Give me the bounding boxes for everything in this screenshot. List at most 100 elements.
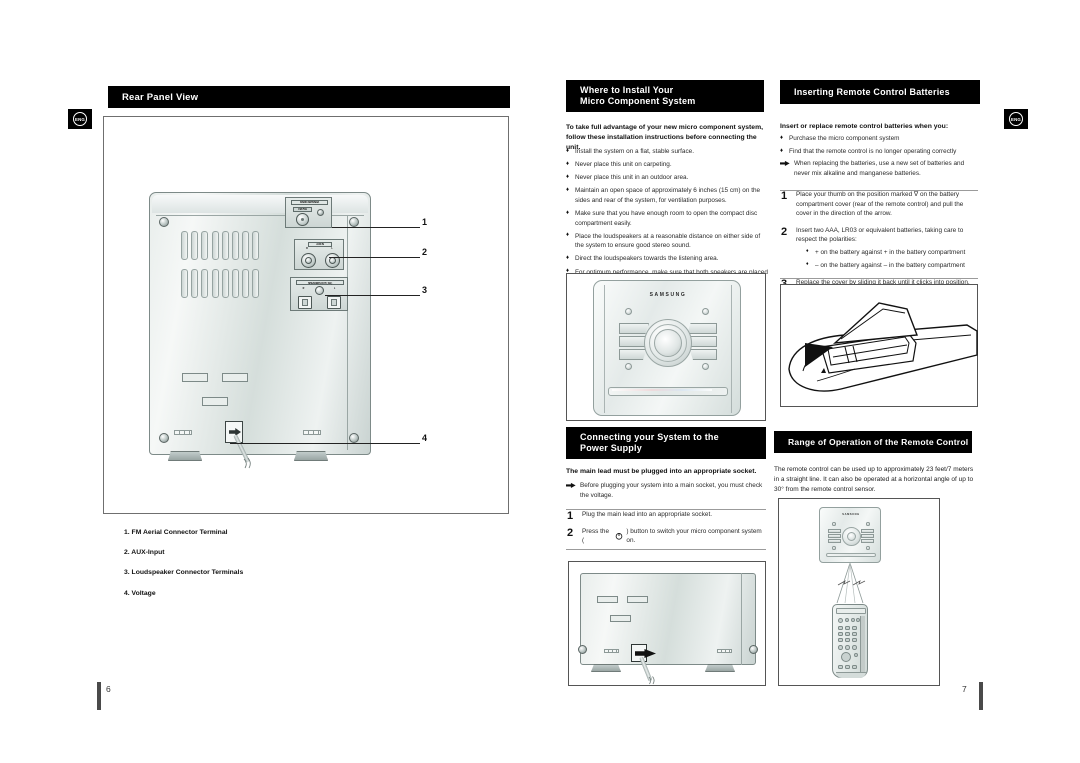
rear-label-plate-3	[202, 397, 228, 406]
power-figure-foot-right	[705, 664, 735, 672]
vent-slot	[252, 269, 260, 298]
rear-vent-dots-right	[303, 430, 321, 435]
rear-vent-dots-left	[174, 430, 192, 435]
legend-item-2: 2. AUX-Input	[124, 549, 165, 557]
power-figure-screw-left	[578, 645, 587, 654]
fm-block-screw	[317, 209, 324, 216]
batteries-bullet: Purchase the micro component system	[780, 134, 980, 144]
remote-button	[854, 653, 858, 657]
remote-button	[852, 626, 857, 630]
brand-label: SAMSUNG	[649, 292, 687, 298]
range-body-text: The remote control can be used up to app…	[774, 466, 974, 494]
aux-right-label: R	[306, 247, 308, 250]
vent-row-top	[181, 231, 260, 260]
unit-side-rail-right	[731, 285, 738, 413]
rear-panel-legend: 1. FM Aerial Connector Terminal 2. AUX-I…	[124, 528, 454, 599]
vent-slot	[242, 231, 250, 260]
vent-slot	[221, 231, 229, 260]
fm-coax-pin	[301, 218, 304, 221]
install-bullet: Make sure that you have enough room to o…	[566, 209, 769, 228]
batteries-bullet-list: Purchase the micro component system Find…	[780, 134, 980, 160]
power-symbol-icon	[615, 532, 623, 540]
aux-button[interactable]	[702, 363, 709, 370]
language-tab-left: ENG	[68, 109, 92, 129]
legend-item-3: 3. Loudspeaker Connector Terminals	[124, 569, 244, 577]
skip-forward-button[interactable]	[687, 323, 717, 334]
callout-leader-2	[329, 257, 420, 258]
vent-slot	[191, 231, 199, 260]
battery-compartment-drawing	[788, 302, 978, 392]
speaker-left-label: L	[333, 286, 336, 290]
remote-top-strip	[836, 608, 866, 614]
legend-item-1: 1. FM Aerial Connector Terminal	[124, 529, 228, 536]
vent-slot	[231, 269, 239, 298]
right-page-number: 7	[962, 684, 967, 694]
remote-button	[852, 645, 857, 650]
power-note-text: Before plugging your system into a main …	[580, 482, 763, 499]
callout-number-4: 4	[422, 433, 428, 443]
power-figure-plate-1	[597, 596, 618, 603]
screw-bottom-left	[159, 433, 169, 443]
function-button[interactable]	[619, 323, 649, 334]
remote-button	[852, 638, 857, 642]
remote-power-button	[838, 618, 843, 623]
vent-slot	[242, 269, 250, 298]
left-page-number: 6	[106, 684, 111, 694]
battery-compartment-figure	[780, 284, 978, 407]
unit-side-rail-left	[598, 285, 605, 413]
power-header: Connecting your System to the Power Supp…	[566, 427, 766, 459]
install-bullet: Never place this unit in an outdoor area…	[566, 173, 769, 183]
step-number: 2	[781, 225, 788, 238]
rear-panel-figure: RADIO ANTENNA FM 75Ω AUX IN R L SPEAKERS…	[103, 116, 509, 514]
batteries-intro: Insert or replace remote control batteri…	[780, 123, 949, 130]
install-bullet-list: Install the system on a flat, stable sur…	[566, 147, 769, 290]
rear-label-plate-1	[182, 373, 208, 382]
remote-button	[856, 618, 860, 622]
batteries-header: Inserting Remote Control Batteries	[780, 80, 980, 104]
pointing-hand-icon	[780, 160, 790, 166]
fm-aerial-sub-label: FM 75Ω	[293, 206, 312, 212]
vent-slot	[221, 269, 229, 298]
power-divider-bottom	[566, 549, 766, 550]
batteries-step: 2 Insert two AAA, LR03 or equivalent bat…	[780, 226, 980, 271]
range-header: Range of Operation of the Remote Control	[774, 431, 972, 453]
step-number: 1	[567, 510, 574, 522]
headphone-jack[interactable]	[625, 363, 632, 370]
remote-button	[845, 618, 849, 622]
right-edge-bar	[979, 682, 983, 710]
power-title-line1: Connecting your System to the	[580, 431, 719, 442]
vent-row-bottom	[181, 269, 260, 298]
micro-system-figure: SAMSUNG	[566, 273, 766, 421]
cable-motion-marks	[243, 457, 255, 469]
stop-button[interactable]	[689, 349, 717, 360]
remote-button	[851, 618, 855, 622]
left-edge-bar	[97, 682, 101, 710]
remote-navigation-button	[841, 652, 851, 662]
fm-aerial-connector-block: RADIO ANTENNA FM 75Ω	[285, 197, 332, 228]
vent-slot	[252, 231, 260, 260]
vent-slot	[181, 231, 188, 260]
remote-button	[838, 638, 843, 642]
volume-knob-inner[interactable]	[654, 329, 682, 357]
remote-side-accent	[860, 616, 865, 672]
callout-number-1: 1	[422, 217, 428, 227]
install-bullet: Place the loudspeakers at a reasonable d…	[566, 231, 769, 251]
power-button[interactable]	[625, 308, 632, 315]
callout-leader-1	[332, 227, 420, 228]
install-header: Where to Install Your Micro Component Sy…	[566, 80, 764, 112]
remote-control	[832, 604, 868, 678]
power-figure-vent-left	[604, 649, 619, 653]
install-bullet: Install the system on a flat, stable sur…	[566, 147, 769, 157]
power-figure-cable-marks	[648, 673, 658, 685]
open-close-button[interactable]	[702, 308, 709, 315]
power-step: 2 Press the ( ) button to switch your mi…	[566, 527, 770, 546]
install-title-line1: Where to Install Your	[580, 84, 674, 95]
remote-button	[845, 632, 850, 636]
remote-button	[852, 632, 857, 636]
display-glint	[612, 389, 712, 391]
step-text-after: ) button to switch your micro component …	[626, 527, 762, 545]
power-figure-plate-3	[610, 615, 631, 622]
language-tab-right-label: ENG	[1009, 112, 1023, 126]
step-number: 1	[781, 190, 788, 202]
step-text-before: Press the (	[582, 527, 609, 545]
